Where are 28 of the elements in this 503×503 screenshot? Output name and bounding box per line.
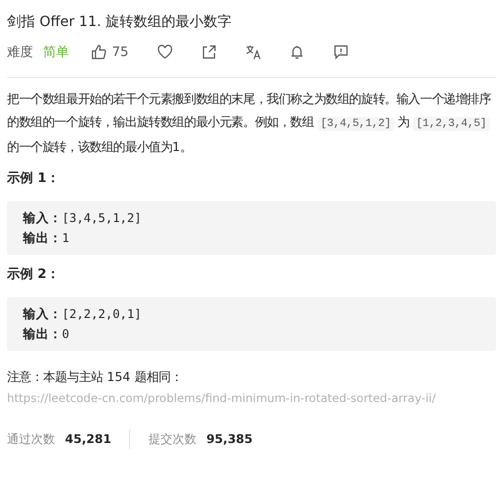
thumbs-up-icon <box>91 44 107 60</box>
feedback-icon[interactable] <box>332 44 349 60</box>
like-button[interactable]: 75 <box>91 44 129 60</box>
inline-code: [1,2,3,4,5] <box>413 117 490 131</box>
translate-icon[interactable] <box>244 44 261 60</box>
input-value: [3,4,5,1,2] <box>62 211 142 225</box>
output-value: 1 <box>62 231 70 245</box>
output-label: 输出： <box>23 230 62 245</box>
stat-value: 95,385 <box>206 432 253 446</box>
difficulty-label: 难度 <box>7 44 33 61</box>
stat-label: 通过次数 <box>7 430 55 448</box>
example-heading: 示例 1： <box>7 170 61 188</box>
bell-icon[interactable] <box>288 44 305 60</box>
example-heading: 示例 2： <box>7 266 61 284</box>
problem-description: 把一个数组最开始的若干个元素搬到数组的末尾，我们称之为数组的旋转。输入一个递增排序的数组的一个旋转，输出旋转数组的最小元素。例如，数组 [3,4,5,1,2] 为 [1,2,3,4,5] 的一个旋转，该数组的最小值为1。 <box>7 91 492 156</box>
input-label: 输入： <box>23 210 62 225</box>
heart-icon[interactable] <box>156 44 173 60</box>
stat-value: 45,281 <box>65 432 112 446</box>
input-value: [2,2,2,0,1] <box>62 307 142 321</box>
note-text: 注意：本题与主站 154 题相同： https://leetcode-cn.com/problems/find-minimum-in-rotated-sorted-array-ii/ <box>7 367 496 409</box>
difficulty-value: 简单 <box>43 44 69 61</box>
share-icon[interactable] <box>200 44 217 60</box>
output-value: 0 <box>62 327 70 341</box>
stat-label: 提交次数 <box>148 430 196 448</box>
inline-code: [3,4,5,1,2] <box>318 117 394 131</box>
problem-title: 剑指 Offer 11. 旋转数组的最小数字 <box>7 13 233 32</box>
input-label: 输入： <box>23 306 62 321</box>
output-label: 输出： <box>23 326 62 341</box>
